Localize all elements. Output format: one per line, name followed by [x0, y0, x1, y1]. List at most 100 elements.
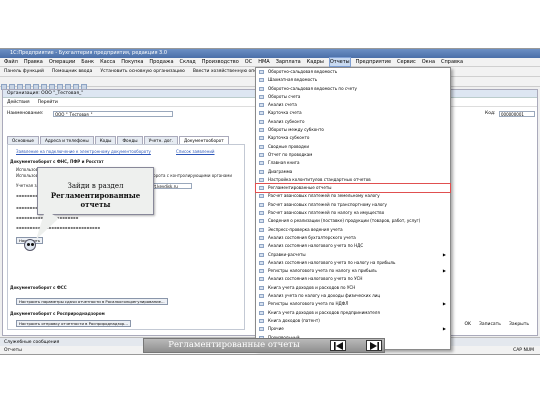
menu-item[interactable]: Предприятие: [356, 58, 391, 66]
menu-item-report[interactable]: Оборотно-сальдовая ведомость по счету: [256, 85, 450, 93]
menu-item[interactable]: Файл: [4, 58, 18, 66]
goto-menu[interactable]: Перейти: [38, 98, 58, 106]
menu-item[interactable]: Окна: [422, 58, 435, 66]
form-tab[interactable]: Адреса и телефоны: [40, 136, 94, 144]
report-icon: [259, 294, 264, 299]
menu-item-report[interactable]: Книга учета доходов и расходов предприни…: [256, 309, 450, 317]
section-rpn: Документооборот с Росприроднадзором: [10, 311, 105, 316]
menu-item[interactable]: Продажа: [149, 58, 173, 66]
menu-item-report[interactable]: Анализ состояния налогового учета по НДС: [256, 242, 450, 250]
menu-item-report[interactable]: Прочие ▶: [256, 325, 450, 333]
menu-item-label: Расчет авансовых платежей по земельному …: [268, 193, 380, 199]
report-icon: [259, 252, 264, 257]
menu-item-report[interactable]: Экспресс-проверка ведения учета: [256, 226, 450, 234]
menu-item-report[interactable]: Книга доходов (патент): [256, 317, 450, 325]
first-slide-button[interactable]: [330, 340, 346, 351]
menu-item[interactable]: Зарплата: [276, 58, 301, 66]
menu-item-label: Справки-расчеты: [268, 251, 306, 257]
menu-item-report[interactable]: Диаграмма: [256, 168, 450, 176]
menu-item-report[interactable]: Регламентированные отчеты: [255, 183, 451, 194]
menu-item-report[interactable]: Обороты счета: [256, 93, 450, 101]
rar-setup-button[interactable]: Настроить параметры сдачи отчетности в Р…: [16, 298, 168, 305]
form-tabs: Основные Адреса и телефоны Коды Фонды Учетн.…: [7, 136, 247, 144]
name-label: Наименование:: [7, 111, 44, 116]
name-field[interactable]: ООО "_Тестовая_": [53, 111, 173, 117]
menu-item-report[interactable]: Регистры налогового учета по налогу на п…: [256, 267, 450, 275]
menu-item[interactable]: Склад: [180, 58, 196, 66]
report-icon: [259, 194, 264, 199]
report-icon: [259, 119, 264, 124]
report-icon: [259, 161, 264, 166]
statement-list-link[interactable]: Список заявлений: [176, 149, 215, 154]
menu-item-label: Экспресс-проверка ведения учета: [268, 226, 343, 232]
menu-item[interactable]: Операции: [49, 58, 75, 66]
report-icon: [259, 327, 264, 332]
menu-item[interactable]: НМА: [258, 58, 270, 66]
menu-item-label: Анализ состояния бухгалтерского учета: [268, 234, 356, 240]
menu-item-report[interactable]: Оборотно-сальдовая ведомость: [256, 68, 450, 76]
service-tab[interactable]: Служебные сообщения: [4, 338, 59, 346]
submenu-arrow-icon: ▶: [442, 301, 446, 307]
menu-item-report[interactable]: Анализ состояния бухгалтерского учета: [256, 234, 450, 242]
report-icon: [259, 144, 264, 149]
menu-item-report[interactable]: Сведения о реализации (поставке) продукц…: [256, 217, 450, 225]
menu-item-label: Отчет по проводкам: [268, 151, 313, 157]
menu-item-report[interactable]: Анализ состояния налогового учета по УСН: [256, 275, 450, 283]
menu-item[interactable]: Покупка: [121, 58, 143, 66]
actions-menu[interactable]: Действия: [7, 98, 30, 106]
menu-item-label: Регистры налогового учета по налогу на п…: [268, 268, 377, 274]
form-tab[interactable]: Документооборот: [179, 136, 229, 144]
statement-link[interactable]: Заявление на подключение к электронному …: [16, 149, 151, 154]
menu-item-report[interactable]: Настройка колонтитулов стандартных отчет…: [256, 176, 450, 184]
menu-item-report[interactable]: Книга учета доходов и расходов по УСН: [256, 284, 450, 292]
hint-line-1: Зайди в раздел: [67, 182, 124, 190]
menu-item-label: Расчет авансовых платежей по транспортно…: [268, 201, 387, 207]
report-icon: [259, 94, 264, 99]
menu-item-report[interactable]: Справки-расчеты ▶: [256, 251, 450, 259]
menu-item[interactable]: Правка: [24, 58, 43, 66]
menu-item-report[interactable]: Расчет авансовых платежей по транспортно…: [256, 201, 450, 209]
menu-item[interactable]: Справка: [441, 58, 463, 66]
menu-item-report[interactable]: Сводные проводки: [256, 143, 450, 151]
menu-item-report[interactable]: Расчет авансовых платежей по налогу на и…: [256, 209, 450, 217]
menu-item-report[interactable]: Обороты между субконто: [256, 126, 450, 134]
form-tab[interactable]: Коды: [94, 136, 117, 144]
menu-item-label: Карточка счета: [268, 110, 302, 116]
window-title: 1С:Предприятие - Бухгалтерия предприятия…: [0, 49, 540, 58]
menu-item-report[interactable]: Анализ учета по налогу на доходы физичес…: [256, 292, 450, 300]
form-button[interactable]: Записать: [479, 322, 501, 327]
menu-item-report[interactable]: Карточка субконто: [256, 134, 450, 142]
menu-item-report[interactable]: Расчет авансовых платежей по земельному …: [256, 192, 450, 200]
code-field[interactable]: 000000001: [499, 111, 535, 117]
menu-item[interactable]: Производство: [202, 58, 239, 66]
menu-item[interactable]: Кадры: [307, 58, 324, 66]
report-icon: [259, 202, 264, 207]
form-tab[interactable]: Учетн. дог.: [143, 136, 178, 144]
menu-item[interactable]: Сервис: [397, 58, 416, 66]
menu-item-report[interactable]: Анализ субконто: [256, 118, 450, 126]
menu-item[interactable]: ОС: [245, 58, 252, 66]
report-icon: [259, 310, 264, 315]
menu-item-report[interactable]: Карточка счета: [256, 109, 450, 117]
rpn-setup-button[interactable]: Настроить отправку отчетности в Росприро…: [16, 320, 131, 327]
toolbar-button[interactable]: Панель функций: [4, 67, 44, 76]
menu-item-report[interactable]: Отчет по проводкам: [256, 151, 450, 159]
report-icon: [259, 128, 264, 133]
menu-item-report[interactable]: Шахматная ведомость: [256, 76, 450, 84]
toolbar-button[interactable]: Установить основную организацию: [100, 67, 185, 76]
menu-item[interactable]: Касса: [100, 58, 115, 66]
form-button[interactable]: OK: [464, 322, 471, 327]
form-tab[interactable]: Фонды: [117, 136, 143, 144]
report-icon: [259, 244, 264, 249]
menu-item-report[interactable]: Анализ состояния налогового учета по нал…: [256, 259, 450, 267]
menu-item-report[interactable]: Главная книга: [256, 159, 450, 167]
form-tab[interactable]: Основные: [7, 136, 39, 144]
menu-item-report[interactable]: Анализ счета: [256, 101, 450, 109]
form-button[interactable]: Закрыть: [509, 322, 529, 327]
toolbar-button[interactable]: Помощник ввода: [52, 67, 92, 76]
menu-item-report[interactable]: Регистры налогового учета по НДФЛ ▶: [256, 300, 450, 308]
menu-item[interactable]: Отчеты: [328, 57, 351, 67]
menu-item-label: Главная книга: [268, 160, 300, 166]
menu-item[interactable]: Банк: [81, 58, 94, 66]
last-slide-button[interactable]: [366, 340, 382, 351]
